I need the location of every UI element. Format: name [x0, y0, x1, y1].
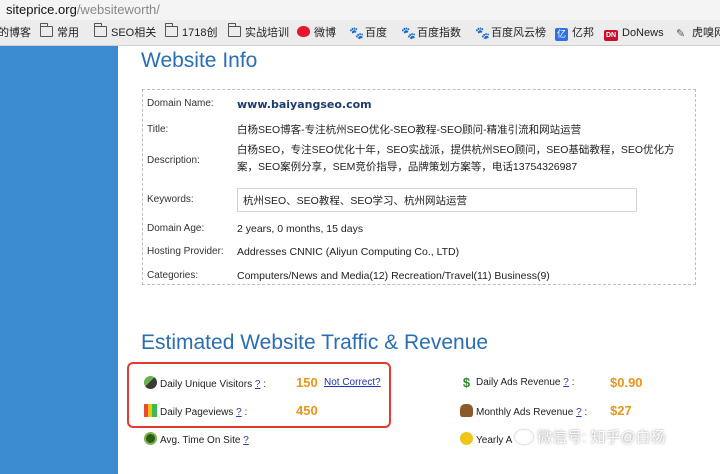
huxiu-icon: ✎ — [676, 28, 686, 40]
ads-daily-label-text: Daily Ads Revenue — [476, 377, 561, 388]
folder-icon — [93, 23, 107, 37]
yearly-ads-label: Yearly A — [460, 432, 512, 446]
time-help-link[interactable]: ? — [243, 435, 249, 446]
watermark: 微信号: 知乎@白杨 — [515, 426, 666, 447]
bookmark-label: 1718创 — [182, 27, 218, 39]
categories-label: Categories: — [147, 270, 199, 281]
daily-ads-value: $0.90 — [610, 375, 643, 390]
highlight-box — [127, 362, 391, 428]
bookmark-yibang[interactable]: 亿亿邦 — [555, 25, 594, 41]
bookmark-changyong[interactable]: 常用 — [39, 23, 79, 41]
bookmark-label: 常用 — [57, 27, 79, 39]
domain-label: Domain Name: — [147, 98, 214, 109]
age-value: 2 years, 0 months, 15 days — [237, 223, 364, 235]
bookmark-weibo[interactable]: 微博 — [297, 25, 336, 41]
time-label-text: Avg. Time On Site — [160, 435, 241, 446]
keywords-label: Keywords: — [147, 194, 194, 205]
traffic-heading: Estimated Website Traffic & Revenue — [141, 331, 489, 354]
title-value: 白杨SEO博客-专注杭州SEO优化-SEO教程-SEO顾问-精准引流和网站运营 — [237, 124, 582, 136]
hosting-value: Addresses CNNIC (Aliyun Computing Co., L… — [237, 246, 460, 258]
bookmark-seo[interactable]: SEO相关 — [93, 23, 157, 41]
hosting-label: Hosting Provider: — [147, 246, 224, 257]
age-label: Domain Age: — [147, 223, 205, 234]
ads-monthly-label-text: Monthly Ads Revenue — [476, 407, 574, 418]
description-value: 白杨SEO，专注SEO优化十年，SEO实战派，提供杭州SEO顾问，SEO基础教程… — [237, 144, 675, 173]
bookmark-label: 虎嗅网 — [692, 27, 720, 39]
monthly-ads-label: Monthly Ads Revenue ? : — [460, 404, 587, 418]
bookmark-label: 实战培训 — [245, 27, 289, 39]
domain-value: www.baiyangseo.com — [237, 98, 372, 111]
website-info-heading: Website Info — [141, 49, 258, 72]
bookmark-blog[interactable]: 的博客 — [0, 25, 31, 41]
bookmark-label: 微博 — [314, 27, 336, 39]
bookmark-label: 百度 — [365, 27, 387, 39]
bookmarks-bar: 的博客 常用 SEO相关 1718创 实战培训 微博 🐾百度 🐾百度指数 🐾百度… — [0, 20, 720, 46]
wechat-icon — [515, 430, 533, 444]
description-label: Description: — [147, 155, 200, 166]
bookmark-baidu-index[interactable]: 🐾百度指数 — [401, 25, 461, 41]
url-text[interactable]: siteprice.org/websiteworth/ — [6, 2, 160, 17]
baidu-paw-icon: 🐾 — [349, 26, 364, 40]
bookmark-1718[interactable]: 1718创 — [164, 23, 218, 41]
bookmark-baidu-top[interactable]: 🐾百度风云榜 — [475, 25, 546, 41]
bookmark-training[interactable]: 实战培训 — [227, 23, 289, 41]
colon: : — [584, 407, 588, 418]
money-bag-icon — [460, 404, 473, 417]
bookmark-label: 亿邦 — [572, 27, 594, 39]
folder-icon — [164, 23, 178, 37]
keywords-value: 杭州SEO、SEO教程、SEO学习、杭州网站运营 — [237, 188, 637, 212]
baidu-paw-icon: 🐾 — [475, 26, 490, 40]
folder-icon — [227, 23, 241, 37]
colon: : — [571, 377, 575, 388]
bookmark-label: 百度风云榜 — [491, 27, 546, 39]
title-label: Title: — [147, 124, 169, 135]
watermark-text: 微信号: 知乎@白杨 — [537, 429, 666, 446]
bookmark-label: SEO相关 — [111, 27, 157, 39]
bookmark-baidu[interactable]: 🐾百度 — [349, 25, 387, 41]
avg-time-label: Avg. Time On Site ? — [144, 432, 249, 446]
address-bar[interactable]: siteprice.org/websiteworth/ — [0, 0, 720, 20]
categories-value: Computers/News and Media(12) Recreation/… — [237, 270, 550, 282]
bookmark-label: 百度指数 — [417, 27, 461, 39]
bookmark-label: 的博客 — [0, 27, 31, 39]
folder-icon — [39, 23, 53, 37]
baidu-paw-icon: 🐾 — [401, 26, 416, 40]
weibo-icon — [297, 26, 310, 37]
bookmark-huxiu[interactable]: ✎ 虎嗅网 — [676, 25, 720, 41]
daily-ads-label: $ Daily Ads Revenue ? : — [460, 375, 575, 390]
donews-icon: DN — [604, 30, 618, 41]
clock-icon — [144, 432, 157, 445]
website-info-table: Domain Name: www.baiyangseo.com Title: 白… — [142, 89, 696, 285]
yibang-icon: 亿 — [555, 28, 568, 41]
bookmark-label: DoNews — [622, 27, 664, 39]
coin-icon — [460, 432, 473, 445]
ads-daily-help-link[interactable]: ? — [563, 377, 569, 388]
url-host: siteprice.org — [6, 2, 77, 17]
bookmark-donews[interactable]: DN DoNews — [604, 25, 664, 41]
yearly-label-text: Yearly A — [476, 435, 513, 446]
url-path: /websiteworth/ — [76, 2, 160, 17]
monthly-ads-value: $27 — [610, 403, 632, 418]
ads-monthly-help-link[interactable]: ? — [576, 407, 582, 418]
dollar-icon: $ — [462, 375, 471, 390]
